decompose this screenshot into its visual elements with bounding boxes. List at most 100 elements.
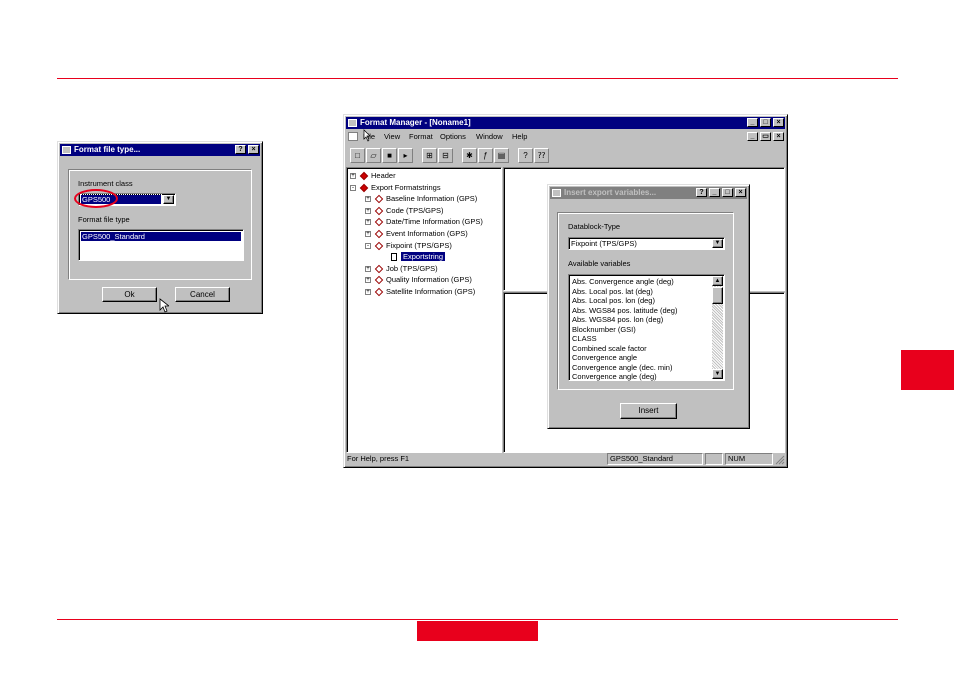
close-button[interactable]: ×: [248, 145, 259, 154]
insert-var-icon[interactable]: ✱: [462, 148, 477, 163]
variable-list-item[interactable]: Abs. WGS84 pos. lon (deg): [570, 315, 711, 325]
variable-list-item[interactable]: Blocknumber (GSI): [570, 325, 711, 335]
menu-options[interactable]: Options: [440, 130, 466, 143]
tree-item[interactable]: - Export Formatstrings: [350, 182, 441, 193]
menu-format[interactable]: Format: [409, 130, 433, 143]
minimize-button[interactable]: _: [747, 118, 758, 127]
folder-diamond-icon: [374, 276, 384, 285]
available-variables-label: Available variables: [568, 259, 631, 268]
insert-button[interactable]: Insert: [620, 403, 677, 419]
scroll-up-arrow-icon[interactable]: ▲: [712, 276, 723, 286]
mdi-restore-button[interactable]: ▭: [760, 132, 771, 141]
format-file-type-label: Format file type: [78, 215, 130, 224]
tree-item[interactable]: - Fixpoint (TPS/GPS): [365, 240, 452, 251]
collapse-icon[interactable]: -: [365, 242, 371, 249]
new-icon[interactable]: □: [350, 148, 365, 163]
properties-icon[interactable]: ▤: [494, 148, 509, 163]
list-scrollbar[interactable]: ▲ ▼: [712, 276, 723, 379]
format-manager-app-icon: [348, 119, 357, 127]
tree-item-label: Exportstring: [401, 252, 446, 262]
tree-item[interactable]: + Job (TPS/GPS): [365, 263, 438, 274]
document-icon[interactable]: [348, 132, 358, 141]
toolbar: □ ▱ ■ ▸ ⊞ ⊟ ✱ ƒ ▤ ? ⁇: [350, 148, 550, 163]
folder-diamond-icon: [374, 194, 384, 204]
expand-icon[interactable]: +: [365, 277, 371, 284]
tree-item[interactable]: + Satellite Information (GPS): [365, 286, 475, 297]
instrument-class-text: Instrument class: [78, 179, 133, 188]
status-num: NUM: [725, 453, 773, 465]
expand-icon[interactable]: +: [365, 219, 371, 226]
variable-list-item[interactable]: Convergence angle (dec. min): [570, 363, 711, 373]
menu-view[interactable]: View: [384, 130, 400, 143]
layout2-icon[interactable]: ⊟: [438, 148, 453, 163]
main-title: Format Manager - [Noname1]: [360, 118, 471, 127]
tree-item[interactable]: + Baseline Information (GPS): [365, 193, 477, 204]
help-icon[interactable]: ?: [518, 148, 533, 163]
available-variables-list[interactable]: Abs. Convergence angle (deg) Abs. Local p…: [568, 274, 725, 381]
insert-maximize-button[interactable]: □: [722, 188, 733, 197]
tree-item[interactable]: + Header: [350, 170, 396, 181]
scroll-thumb[interactable]: [712, 287, 723, 304]
tree-item[interactable]: + Event Information (GPS): [365, 228, 468, 239]
expand-icon[interactable]: +: [365, 196, 371, 203]
help-button[interactable]: ?: [235, 145, 246, 154]
open-icon[interactable]: ▱: [366, 148, 381, 163]
collapse-icon[interactable]: -: [350, 184, 356, 191]
tree-item-label: Export Formatstrings: [371, 182, 441, 192]
insert-help-button[interactable]: ?: [696, 188, 707, 197]
export-icon[interactable]: ▸: [398, 148, 413, 163]
dropdown-arrow-icon[interactable]: ▼: [163, 195, 174, 204]
insert-minimize-button[interactable]: _: [709, 188, 720, 197]
ok-label: Ok: [124, 290, 135, 299]
cancel-label: Cancel: [190, 290, 215, 299]
format-list-item-selected[interactable]: GPS500_Standard: [81, 232, 241, 241]
resize-grip-icon[interactable]: [775, 455, 785, 465]
mdi-minimize-button[interactable]: _: [747, 132, 758, 141]
main-close-button[interactable]: ×: [773, 118, 784, 127]
instrument-class-label: Instrument class: [78, 179, 133, 188]
app-icon: [62, 146, 71, 154]
insert-label: Insert: [638, 406, 659, 415]
variable-list-item[interactable]: Combined scale factor: [570, 344, 711, 354]
cancel-button[interactable]: Cancel: [175, 287, 230, 302]
tree-item-label: Fixpoint (TPS/GPS): [386, 240, 452, 250]
menu-window[interactable]: Window: [476, 130, 503, 143]
insert-dialog-titlebar: Insert export variables... ? _ □ ×: [550, 187, 747, 199]
folder-diamond-icon: [374, 241, 384, 250]
format-file-type-list[interactable]: GPS500_Standard: [78, 229, 244, 261]
variable-list-item[interactable]: Abs. WGS84 pos. latitude (deg): [570, 306, 711, 316]
mdi-close-button[interactable]: ×: [773, 132, 784, 141]
expand-icon[interactable]: +: [365, 231, 371, 238]
variable-list-item[interactable]: Abs. Local pos. lat (deg): [570, 287, 711, 297]
menu-help[interactable]: Help: [512, 130, 527, 143]
tree-item[interactable]: Exportstring: [380, 251, 446, 262]
insert-dialog-title: Insert export variables...: [564, 188, 657, 197]
insert-close-button[interactable]: ×: [735, 188, 746, 197]
maximize-button[interactable]: □: [760, 118, 771, 127]
expand-icon[interactable]: +: [350, 173, 356, 180]
variable-list-item[interactable]: Convergence angle (deg): [570, 372, 711, 382]
datablock-type-select[interactable]: Fixpoint (TPS/GPS) ▼: [568, 237, 725, 250]
save-icon[interactable]: ■: [382, 148, 397, 163]
expand-icon[interactable]: +: [365, 207, 371, 214]
datablock-dropdown-arrow-icon[interactable]: ▼: [712, 239, 723, 248]
tree-item[interactable]: + Quality Information (GPS): [365, 274, 472, 285]
function-icon[interactable]: ƒ: [478, 148, 493, 163]
expand-icon[interactable]: +: [365, 289, 371, 296]
tree-pane[interactable]: + Header - Export Formatstrings + Baseline In…: [346, 167, 502, 453]
tree-item[interactable]: + Date/Time Information (GPS): [365, 216, 483, 227]
variable-list-item[interactable]: CLASS: [570, 334, 711, 344]
format-tree: + Header - Export Formatstrings + Baseline In…: [350, 170, 501, 452]
ok-button[interactable]: Ok: [102, 287, 157, 302]
scroll-down-arrow-icon[interactable]: ▼: [712, 369, 723, 379]
tree-item[interactable]: + Code (TPS/GPS): [365, 205, 444, 216]
tree-item-label: Header: [371, 171, 396, 180]
layout-icon[interactable]: ⊞: [422, 148, 437, 163]
status-help-text: For Help, press F1: [347, 454, 410, 463]
variable-list-item[interactable]: Abs. Convergence angle (deg): [570, 277, 711, 287]
variable-list-item[interactable]: Convergence angle: [570, 353, 711, 363]
expand-icon[interactable]: +: [365, 265, 371, 272]
dialog-title: Format file type...: [74, 145, 141, 154]
context-help-icon[interactable]: ⁇: [534, 148, 549, 163]
variable-list-item[interactable]: Abs. Local pos. lon (deg): [570, 296, 711, 306]
